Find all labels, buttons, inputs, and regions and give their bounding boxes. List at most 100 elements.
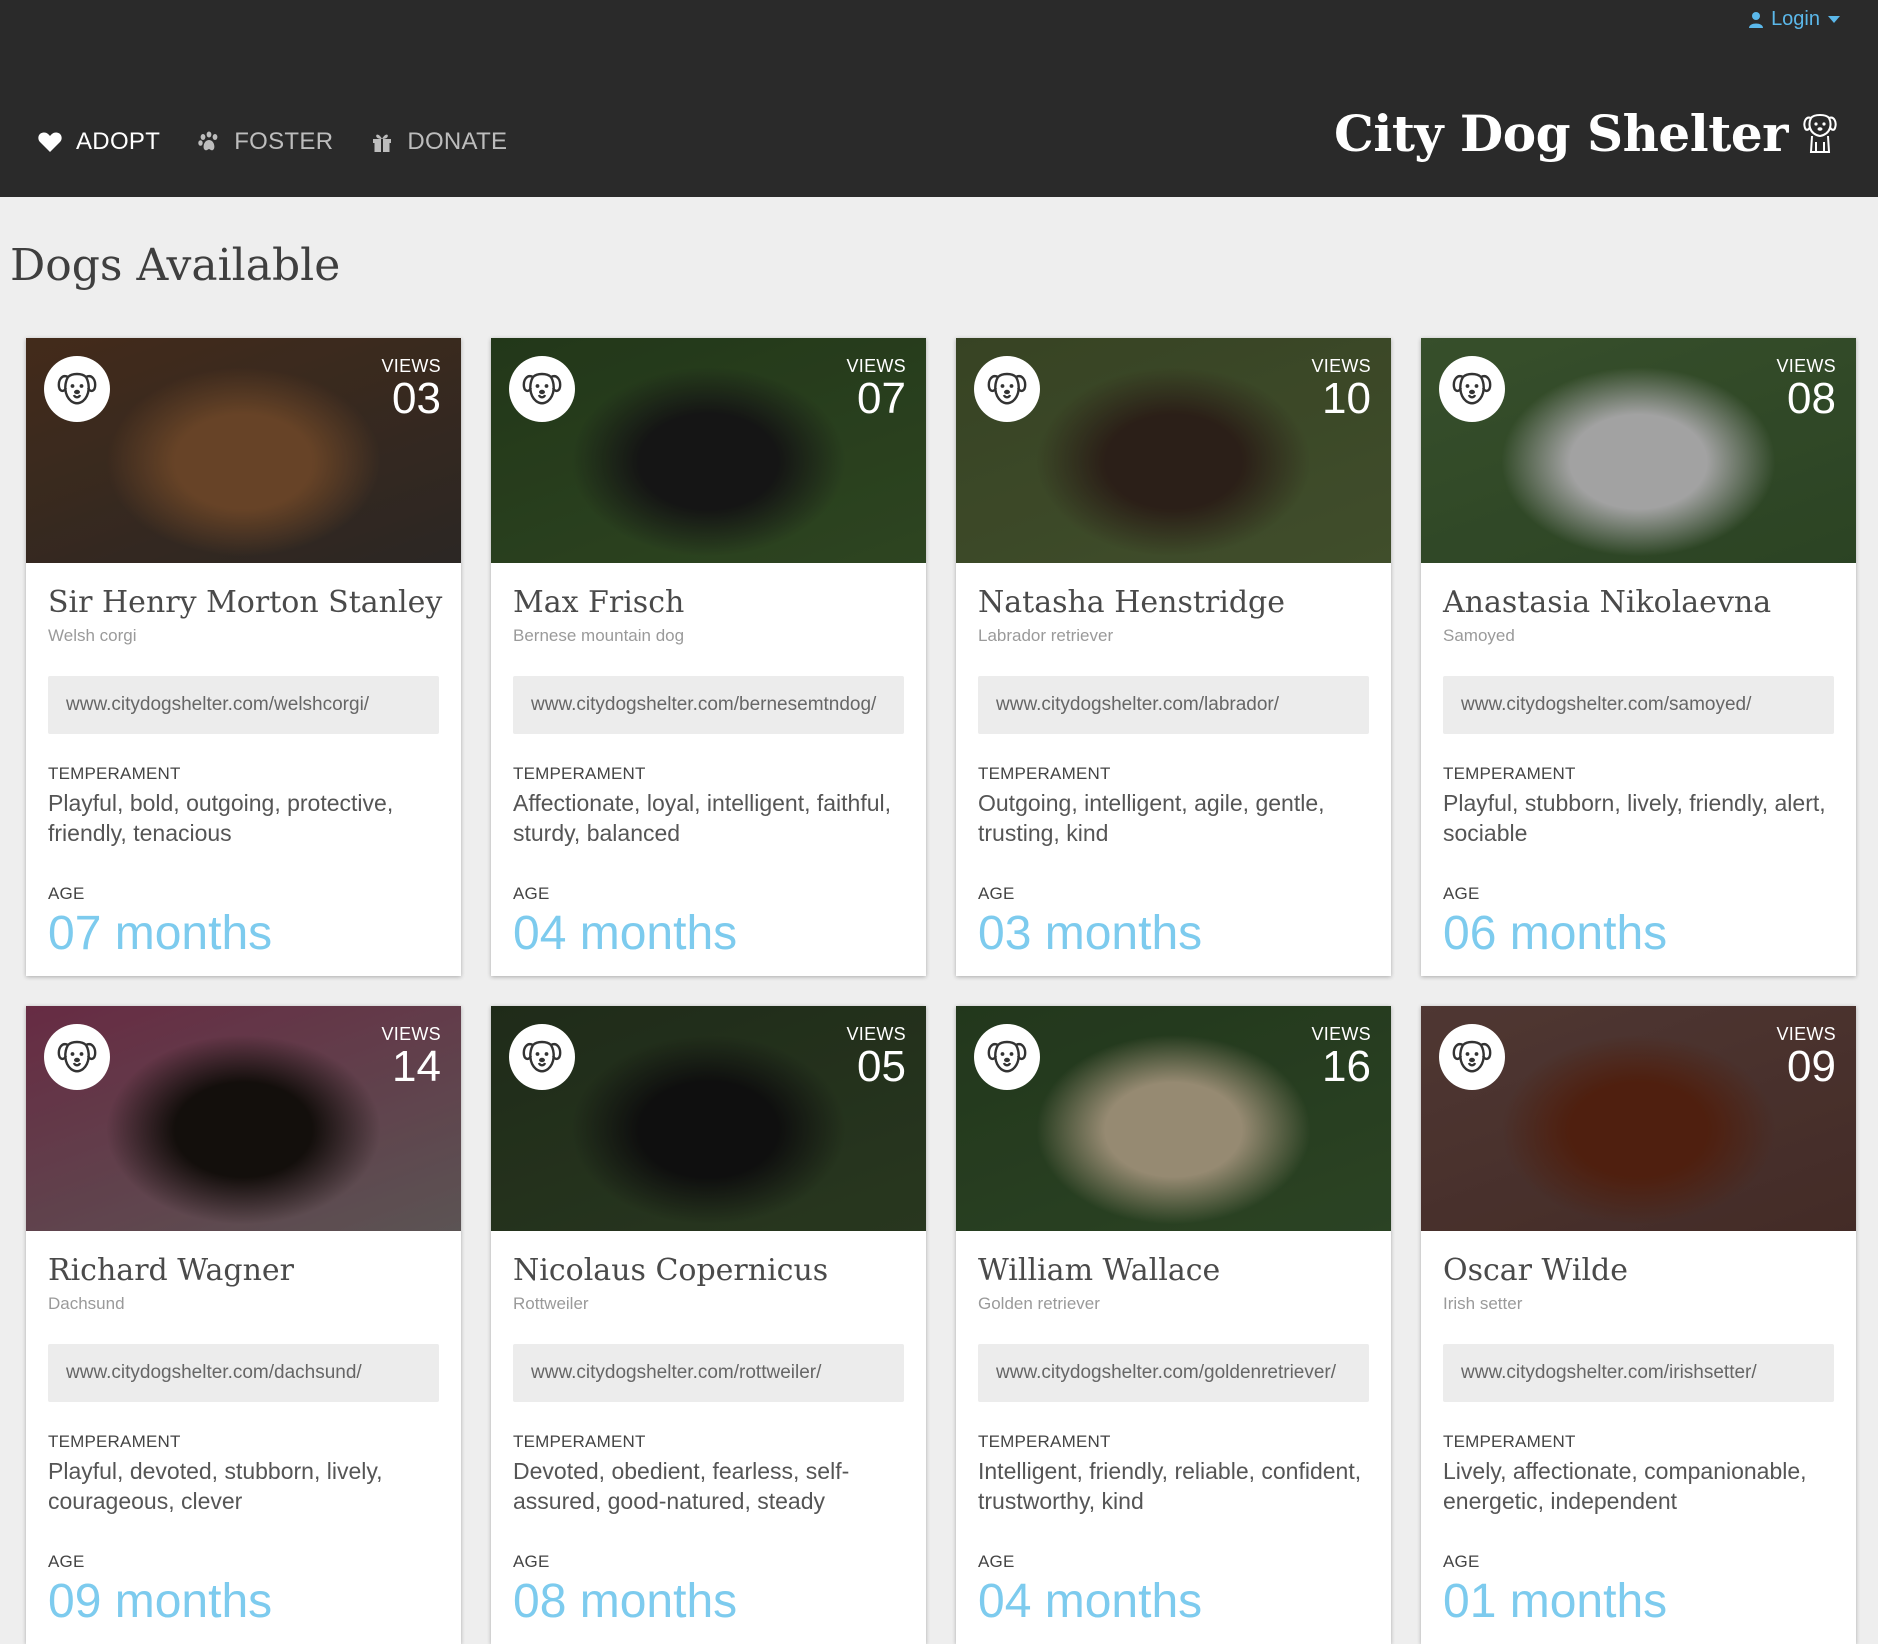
dog-breed: Rottweiler	[513, 1294, 589, 1313]
card-body: William Wallace Golden retriever www.cit…	[956, 1231, 1391, 1629]
card-body: Sir Henry Morton Stanley Welsh corgi www…	[26, 563, 461, 961]
dog-photo[interactable]: VIEWS 07	[491, 338, 926, 563]
dog-face-icon	[1452, 372, 1492, 405]
age-value: 07 months	[48, 907, 273, 960]
gift-icon	[373, 134, 392, 152]
age-label: AGE	[978, 884, 1015, 903]
dog-url-field[interactable]: www.citydogshelter.com/dachsund/	[48, 1344, 439, 1402]
dog-face-icon	[987, 372, 1027, 405]
dog-url-field[interactable]: www.citydogshelter.com/welshcorgi/	[48, 676, 439, 734]
dog-face-icon	[1452, 1040, 1492, 1073]
paw-icon	[198, 131, 218, 151]
brand-title: City Dog Shelter	[1334, 104, 1788, 163]
dog-photo[interactable]: VIEWS 08	[1421, 338, 1856, 563]
card-body: Oscar Wilde Irish setter www.citydogshel…	[1421, 1231, 1856, 1629]
age-value: 03 months	[978, 907, 1203, 960]
dog-name[interactable]: Richard Wagner	[48, 1253, 439, 1288]
age-value: 04 months	[513, 907, 738, 960]
dog-url-field[interactable]: www.citydogshelter.com/rottweiler/	[513, 1344, 904, 1402]
age-label: AGE	[48, 884, 85, 903]
age-value: 01 months	[1443, 1575, 1668, 1628]
views-counter: VIEWS 09	[1776, 1024, 1836, 1089]
temperament-label: TEMPERAMENT	[48, 764, 181, 783]
brand-logo[interactable]: City Dog Shelter	[1334, 104, 1838, 163]
dog-card[interactable]: VIEWS 05 Nicolaus Copernicus Rottweiler …	[491, 1006, 926, 1644]
dog-badge	[44, 356, 110, 422]
views-counter: VIEWS 10	[1311, 356, 1371, 421]
dog-badge	[509, 1024, 575, 1090]
views-counter: VIEWS 16	[1311, 1024, 1371, 1089]
temperament-value: Devoted, obedient, fearless, self-assure…	[513, 1458, 850, 1514]
views-count: 10	[1322, 374, 1371, 423]
temperament-value: Lively, affectionate, companionable, ene…	[1443, 1458, 1807, 1514]
dog-breed: Irish setter	[1443, 1294, 1523, 1313]
dog-url-field[interactable]: www.citydogshelter.com/goldenretriever/	[978, 1344, 1369, 1402]
nav-donate[interactable]: DONATE	[371, 128, 507, 156]
card-body: Nicolaus Copernicus Rottweiler www.cityd…	[491, 1231, 926, 1629]
dog-name[interactable]: Sir Henry Morton Stanley	[48, 585, 442, 620]
dog-url-field[interactable]: www.citydogshelter.com/samoyed/	[1443, 676, 1834, 734]
views-counter: VIEWS 14	[381, 1024, 441, 1089]
dog-photo[interactable]: VIEWS 03	[26, 338, 461, 563]
dog-face-icon	[57, 1040, 97, 1073]
dog-photo[interactable]: VIEWS 10	[956, 338, 1391, 563]
dog-photo[interactable]: VIEWS 09	[1421, 1006, 1856, 1231]
temperament-value: Intelligent, friendly, reliable, confide…	[978, 1458, 1362, 1514]
dog-breed: Samoyed	[1443, 626, 1515, 645]
dog-breed: Welsh corgi	[48, 626, 137, 645]
dog-name[interactable]: Anastasia Nikolaevna	[1443, 585, 1834, 620]
dog-breed: Labrador retriever	[978, 626, 1114, 645]
dog-badge	[1439, 1024, 1505, 1090]
temperament-label: TEMPERAMENT	[1443, 1432, 1576, 1451]
dog-breed: Bernese mountain dog	[513, 626, 685, 645]
dog-breed: Dachsund	[48, 1294, 125, 1313]
dog-url-field[interactable]: www.citydogshelter.com/irishsetter/	[1443, 1344, 1834, 1402]
dog-photo[interactable]: VIEWS 14	[26, 1006, 461, 1231]
age-label: AGE	[513, 884, 550, 903]
nav-adopt[interactable]: ADOPT	[38, 128, 160, 156]
views-counter: VIEWS 08	[1776, 356, 1836, 421]
dog-photo[interactable]: VIEWS 16	[956, 1006, 1391, 1231]
card-body: Richard Wagner Dachsund www.citydogshelt…	[26, 1231, 461, 1629]
dog-card[interactable]: VIEWS 09 Oscar Wilde Irish setter www.ci…	[1421, 1006, 1856, 1644]
dog-card[interactable]: VIEWS 07 Max Frisch Bernese mountain dog…	[491, 338, 926, 976]
views-count: 16	[1322, 1042, 1371, 1091]
temperament-value: Playful, bold, outgoing, protective, fri…	[48, 790, 394, 846]
temperament-label: TEMPERAMENT	[978, 1432, 1111, 1451]
dog-face-icon	[987, 1040, 1027, 1073]
top-header: Login ADOPT FOSTER DONATE City Dog Shelt…	[0, 0, 1878, 197]
dog-badge	[509, 356, 575, 422]
dog-photo[interactable]: VIEWS 05	[491, 1006, 926, 1231]
temperament-label: TEMPERAMENT	[1443, 764, 1576, 783]
login-dropdown[interactable]: Login	[1749, 8, 1840, 31]
dog-badge	[974, 356, 1040, 422]
views-counter: VIEWS 07	[846, 356, 906, 421]
dog-name[interactable]: Oscar Wilde	[1443, 1253, 1834, 1288]
temperament-value: Outgoing, intelligent, agile, gentle, tr…	[978, 790, 1325, 846]
dog-card[interactable]: VIEWS 08 Anastasia Nikolaevna Samoyed ww…	[1421, 338, 1856, 976]
dog-face-icon	[57, 372, 97, 405]
dog-card[interactable]: VIEWS 10 Natasha Henstridge Labrador ret…	[956, 338, 1391, 976]
age-label: AGE	[1443, 1552, 1480, 1571]
dog-card[interactable]: VIEWS 03 Sir Henry Morton Stanley Welsh …	[26, 338, 461, 976]
dog-face-icon	[522, 372, 562, 405]
age-label: AGE	[978, 1552, 1015, 1571]
temperament-label: TEMPERAMENT	[513, 764, 646, 783]
views-count: 07	[857, 374, 906, 423]
dog-url-field[interactable]: www.citydogshelter.com/labrador/	[978, 676, 1369, 734]
age-value: 04 months	[978, 1575, 1203, 1628]
login-label: Login	[1771, 8, 1820, 30]
dog-breed: Golden retriever	[978, 1294, 1100, 1313]
card-body: Max Frisch Bernese mountain dog www.city…	[491, 563, 926, 961]
dog-name[interactable]: Natasha Henstridge	[978, 585, 1369, 620]
nav-foster[interactable]: FOSTER	[198, 128, 333, 156]
age-value: 06 months	[1443, 907, 1668, 960]
dog-url-field[interactable]: www.citydogshelter.com/bernesemtndog/	[513, 676, 904, 734]
dog-name[interactable]: Nicolaus Copernicus	[513, 1253, 904, 1288]
dog-name[interactable]: Max Frisch	[513, 585, 904, 620]
temperament-value: Playful, devoted, stubborn, lively, cour…	[48, 1458, 383, 1514]
dog-card[interactable]: VIEWS 16 William Wallace Golden retrieve…	[956, 1006, 1391, 1644]
card-body: Natasha Henstridge Labrador retriever ww…	[956, 563, 1391, 961]
dog-card[interactable]: VIEWS 14 Richard Wagner Dachsund www.cit…	[26, 1006, 461, 1644]
dog-name[interactable]: William Wallace	[978, 1253, 1369, 1288]
